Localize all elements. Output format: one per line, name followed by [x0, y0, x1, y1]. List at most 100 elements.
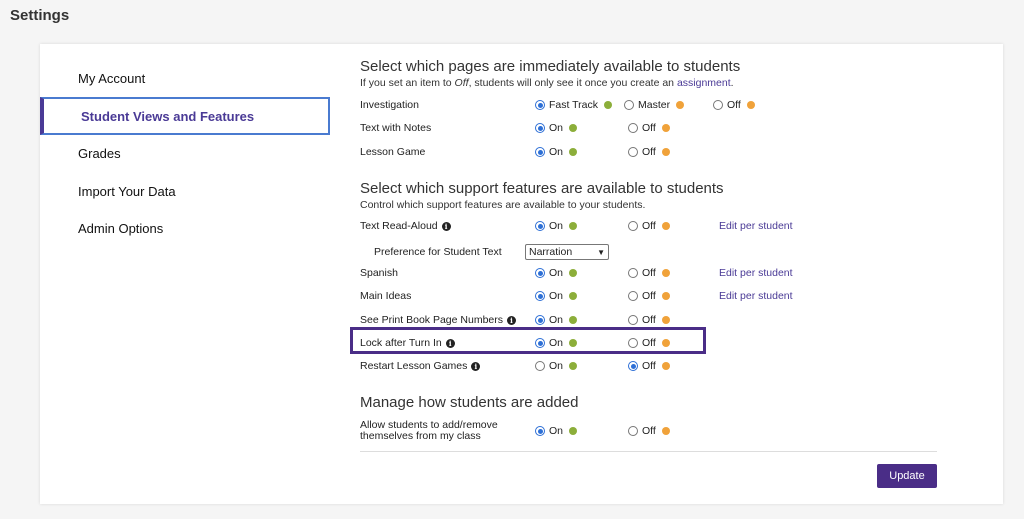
read-aloud-edit-per-student-link[interactable]: Edit per student: [719, 220, 793, 232]
option-label: On: [549, 337, 564, 349]
restart-games-on-option[interactable]: On: [535, 360, 578, 372]
select-value: Narration: [529, 246, 573, 258]
option-label: Off: [642, 146, 656, 158]
update-button[interactable]: Update: [877, 464, 937, 488]
radio-selected[interactable]: [535, 338, 545, 348]
green-dot-icon: [569, 316, 578, 324]
investigation-fast-track-option[interactable]: Fast Track: [535, 99, 613, 111]
allow-add-off-option[interactable]: Off: [628, 425, 670, 437]
radio-selected[interactable]: [535, 221, 545, 231]
row-label-text: Text Read-Aloud: [360, 220, 438, 232]
preference-student-text-select[interactable]: Narration ▼: [525, 244, 609, 260]
support-section-title: Select which support features are availa…: [360, 180, 724, 197]
radio-unselected[interactable]: [628, 315, 638, 325]
row-label-spanish: Spanish: [360, 267, 398, 279]
nav-item-student-views[interactable]: Student Views and Features: [40, 97, 330, 135]
radio-unselected[interactable]: [628, 221, 638, 231]
row-label-text-with-notes: Text with Notes: [360, 122, 431, 134]
radio-unselected[interactable]: [628, 338, 638, 348]
row-label-line2: themselves from my class: [360, 430, 481, 442]
green-dot-icon: [569, 292, 578, 300]
option-label: On: [549, 360, 564, 372]
radio-selected[interactable]: [535, 100, 545, 110]
spanish-on-option[interactable]: On: [535, 267, 578, 279]
info-icon[interactable]: i: [441, 221, 451, 231]
print-book-on-option[interactable]: On: [535, 314, 578, 326]
radio-selected[interactable]: [535, 268, 545, 278]
print-book-off-option[interactable]: Off: [628, 314, 670, 326]
orange-dot-icon: [661, 339, 670, 347]
main-ideas-on-option[interactable]: On: [535, 290, 578, 302]
green-dot-icon: [569, 269, 578, 277]
investigation-master-option[interactable]: Master: [624, 99, 685, 111]
info-icon[interactable]: i: [471, 361, 481, 371]
option-label: On: [549, 290, 564, 302]
row-label-text: See Print Book Page Numbers: [360, 314, 503, 326]
option-label: Off: [642, 360, 656, 372]
nav-item-grades[interactable]: Grades: [40, 134, 330, 172]
pages-section-title: Select which pages are immediately avail…: [360, 58, 741, 75]
info-icon[interactable]: i: [445, 338, 455, 348]
info-icon[interactable]: i: [507, 315, 516, 325]
option-label: Off: [642, 220, 656, 232]
row-label-lock-after-turn-in: Lock after Turn In i: [360, 337, 455, 349]
main-ideas-off-option[interactable]: Off: [628, 290, 670, 302]
spanish-edit-per-student-link[interactable]: Edit per student: [719, 267, 793, 279]
spanish-off-option[interactable]: Off: [628, 267, 670, 279]
text-notes-on-option[interactable]: On: [535, 122, 578, 134]
lock-turn-in-on-option[interactable]: On: [535, 337, 578, 349]
allow-add-on-option[interactable]: On: [535, 425, 578, 437]
read-aloud-on-option[interactable]: On: [535, 220, 578, 232]
green-dot-icon: [569, 148, 578, 156]
read-aloud-off-option[interactable]: Off: [628, 220, 670, 232]
radio-selected[interactable]: [535, 315, 545, 325]
radio-selected[interactable]: [535, 291, 545, 301]
option-label: On: [549, 425, 564, 437]
radio-selected[interactable]: [535, 147, 545, 157]
assignment-link[interactable]: assignment: [677, 77, 731, 89]
radio-unselected[interactable]: [628, 291, 638, 301]
radio-unselected[interactable]: [628, 426, 638, 436]
lock-turn-in-off-option[interactable]: Off: [628, 337, 670, 349]
row-label-text: Spanish: [360, 267, 398, 279]
nav-item-my-account[interactable]: My Account: [40, 59, 330, 97]
row-label-text: Main Ideas: [360, 290, 412, 302]
radio-unselected[interactable]: [624, 100, 634, 110]
radio-unselected[interactable]: [713, 100, 723, 110]
row-label-text-read-aloud: Text Read-Aloud i: [360, 220, 451, 232]
option-label: Off: [642, 425, 656, 437]
row-label-text: Lock after Turn In: [360, 337, 442, 349]
green-dot-icon: [569, 362, 578, 370]
settings-card: My Account Student Views and Features Gr…: [40, 44, 1003, 504]
green-dot-icon: [604, 101, 613, 109]
students-section-title: Manage how students are added: [360, 394, 579, 411]
radio-selected[interactable]: [535, 426, 545, 436]
text-notes-off-option[interactable]: Off: [628, 122, 670, 134]
nav-item-import-data[interactable]: Import Your Data: [40, 172, 330, 210]
restart-games-off-option[interactable]: Off: [628, 360, 670, 372]
radio-unselected[interactable]: [628, 123, 638, 133]
radio-selected[interactable]: [535, 123, 545, 133]
subtitle-text-mid: , students will only see it once you cre…: [468, 77, 677, 89]
orange-dot-icon: [661, 427, 670, 435]
option-label: Fast Track: [549, 99, 599, 111]
subtitle-text: If you set an item to: [360, 77, 455, 89]
lesson-game-on-option[interactable]: On: [535, 146, 578, 158]
row-label-restart-lesson-games: Restart Lesson Games i: [360, 360, 481, 372]
orange-dot-icon: [676, 101, 685, 109]
radio-unselected[interactable]: [628, 147, 638, 157]
option-label: On: [549, 122, 564, 134]
orange-dot-icon: [661, 316, 670, 324]
radio-unselected[interactable]: [535, 361, 545, 371]
investigation-off-option[interactable]: Off: [713, 99, 755, 111]
row-label-text: Investigation: [360, 99, 419, 111]
radio-selected[interactable]: [628, 361, 638, 371]
main-ideas-edit-per-student-link[interactable]: Edit per student: [719, 290, 793, 302]
lesson-game-off-option[interactable]: Off: [628, 146, 670, 158]
radio-unselected[interactable]: [628, 268, 638, 278]
page-title: Settings: [10, 7, 70, 24]
option-label: Off: [642, 290, 656, 302]
green-dot-icon: [569, 222, 578, 230]
nav-item-admin-options[interactable]: Admin Options: [40, 209, 330, 247]
option-label: Off: [642, 314, 656, 326]
